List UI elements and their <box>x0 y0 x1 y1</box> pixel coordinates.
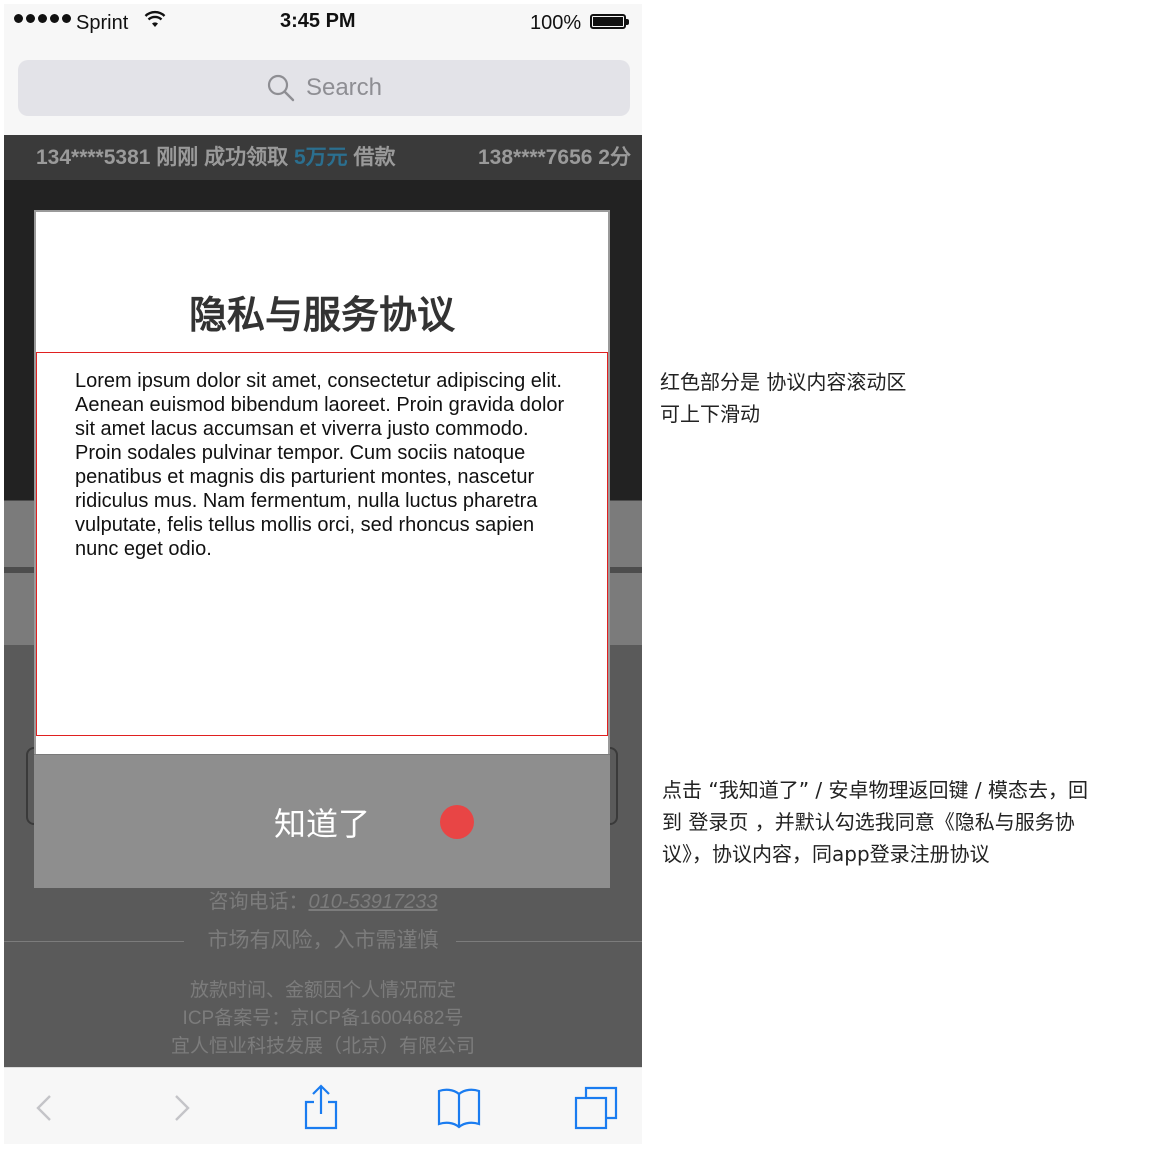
wifi-icon <box>144 10 166 36</box>
search-placeholder: Search <box>305 74 383 101</box>
ticker-amount: 5万元 <box>293 146 348 169</box>
footer-line: 宜人恒业科技发展（北京）有限公司 <box>170 1036 475 1057</box>
annotation-line: 红色部分是 协议内容滚动区 <box>660 370 907 394</box>
back-icon[interactable] <box>20 1082 70 1132</box>
share-icon[interactable] <box>296 1082 346 1132</box>
clock: 3:45 PM <box>280 10 356 32</box>
browser-toolbar <box>4 1067 642 1144</box>
modal-footer: 知道了 <box>34 754 610 888</box>
forward-icon[interactable] <box>156 1082 206 1132</box>
status-bar: Sprint 3:45 PM 100% <box>4 4 642 44</box>
ticker-item-prefix: 134****5381 刚刚 成功领取 <box>36 146 294 169</box>
footer-line: 放款时间、金额因个人情况而定 <box>189 980 456 1001</box>
consult-phone-number: 010-53917233 <box>308 891 438 913</box>
agreement-modal: 隐私与服务协议 Lorem ipsum dolor sit amet, cons… <box>34 210 610 888</box>
footer-line: ICP备案号：京ICP备16004682号 <box>182 1008 464 1029</box>
loan-ticker: 134****5381 刚刚 成功领取 5万元 借款 138****7656 2… <box>4 135 642 180</box>
ticker-item-suffix: 借款 <box>347 146 396 169</box>
carrier-name: Sprint <box>76 12 129 34</box>
annotation-line: 点击 “我知道了” / 安卓物理返回键 / 模态去，回 <box>662 778 1088 802</box>
agreement-scroll-area[interactable]: Lorem ipsum dolor sit amet, consectetur … <box>36 352 608 736</box>
battery-percentage: 100% <box>530 12 582 34</box>
divider <box>456 941 642 942</box>
search-icon <box>267 74 295 102</box>
signal-strength-icon <box>14 14 71 23</box>
annotation-line: 可上下滑动 <box>660 402 760 426</box>
hotspot-marker <box>440 805 474 839</box>
annotation-got-it: 点击 “我知道了” / 安卓物理返回键 / 模态去，回 到 登录页 ，并默认勾选… <box>662 774 1132 870</box>
annotation-line: 到 登录页 ，并默认勾选我同意《隐私与服务协 <box>662 810 1075 834</box>
risk-warning: 市场有风险，入市需谨慎 <box>4 925 642 957</box>
ticker-item: 134****5381 刚刚 成功领取 5万元 借款 <box>36 135 395 180</box>
annotation-line: 议》，协议内容，同app登录注册协议 <box>662 842 990 866</box>
phone-screen: Sprint 3:45 PM 100% Search 134****5381 刚… <box>4 4 642 1144</box>
battery-icon <box>590 14 629 29</box>
ticker-item: 138****7656 2分 <box>478 146 631 169</box>
modal-title: 隐私与服务协议 <box>188 295 455 337</box>
address-search-bar[interactable]: Search <box>18 60 630 116</box>
annotation-scroll-area: 红色部分是 协议内容滚动区 可上下滑动 <box>660 366 1130 430</box>
got-it-button[interactable]: 知道了 <box>34 755 610 889</box>
consult-phone-label: 咨询电话： <box>208 891 309 913</box>
tabs-icon[interactable] <box>572 1082 622 1132</box>
bookmarks-icon[interactable] <box>434 1082 484 1132</box>
consult-phone: 咨询电话：010-53917233 <box>4 885 642 914</box>
